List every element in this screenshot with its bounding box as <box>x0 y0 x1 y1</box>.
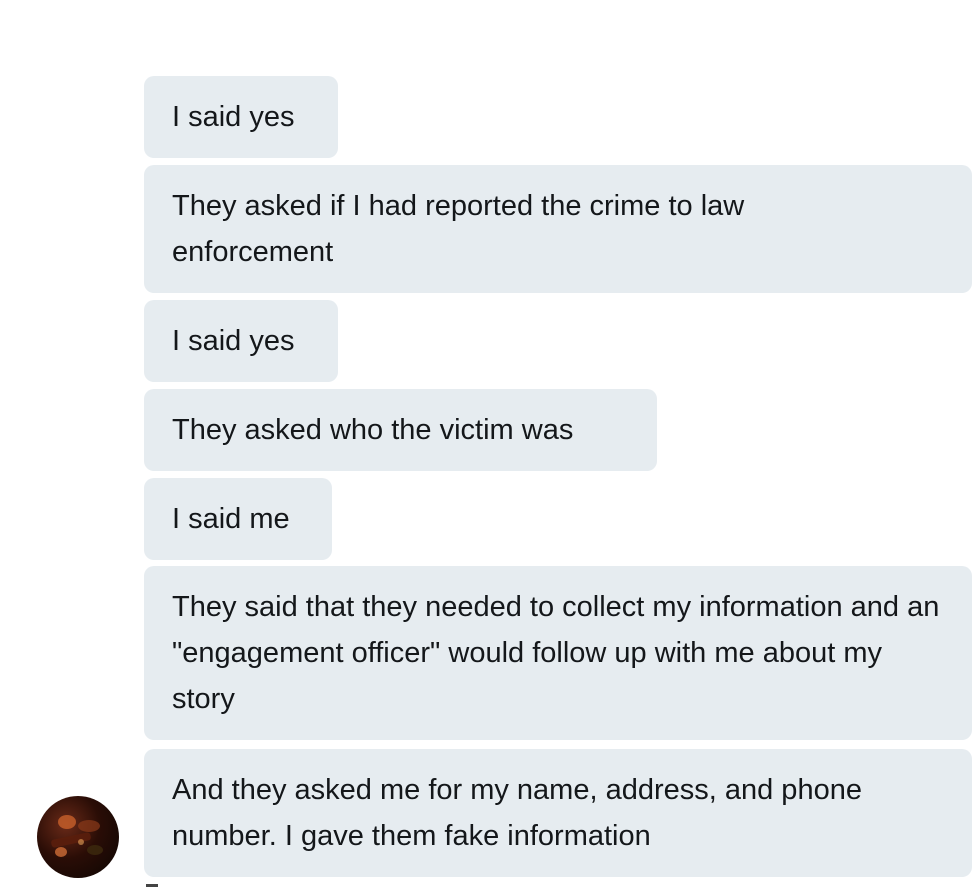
message-bubble: They asked if I had reported the crime t… <box>144 165 972 293</box>
message-text: I said me <box>172 503 290 535</box>
avatar-image-icon <box>51 815 103 857</box>
message-text: They asked who the victim was <box>172 414 574 446</box>
message-text: And they asked me for my name, address, … <box>172 774 862 852</box>
dm-conversation: I said yes They asked if I had reported … <box>0 0 980 889</box>
message-bubble: They said that they needed to collect my… <box>144 566 972 740</box>
message-text: They said that they needed to collect my… <box>172 591 940 715</box>
message-bubble: I said yes <box>144 76 338 158</box>
message-bubble: And they asked me for my name, address, … <box>144 749 972 877</box>
message-bubble: They asked who the victim was <box>144 389 657 471</box>
message-bubble: I said yes <box>144 300 338 382</box>
divider <box>146 884 158 887</box>
message-bubble: I said me <box>144 478 332 560</box>
avatar[interactable] <box>37 796 119 878</box>
message-text: They asked if I had reported the crime t… <box>172 190 745 268</box>
message-text: I said yes <box>172 325 295 357</box>
message-text: I said yes <box>172 101 295 133</box>
